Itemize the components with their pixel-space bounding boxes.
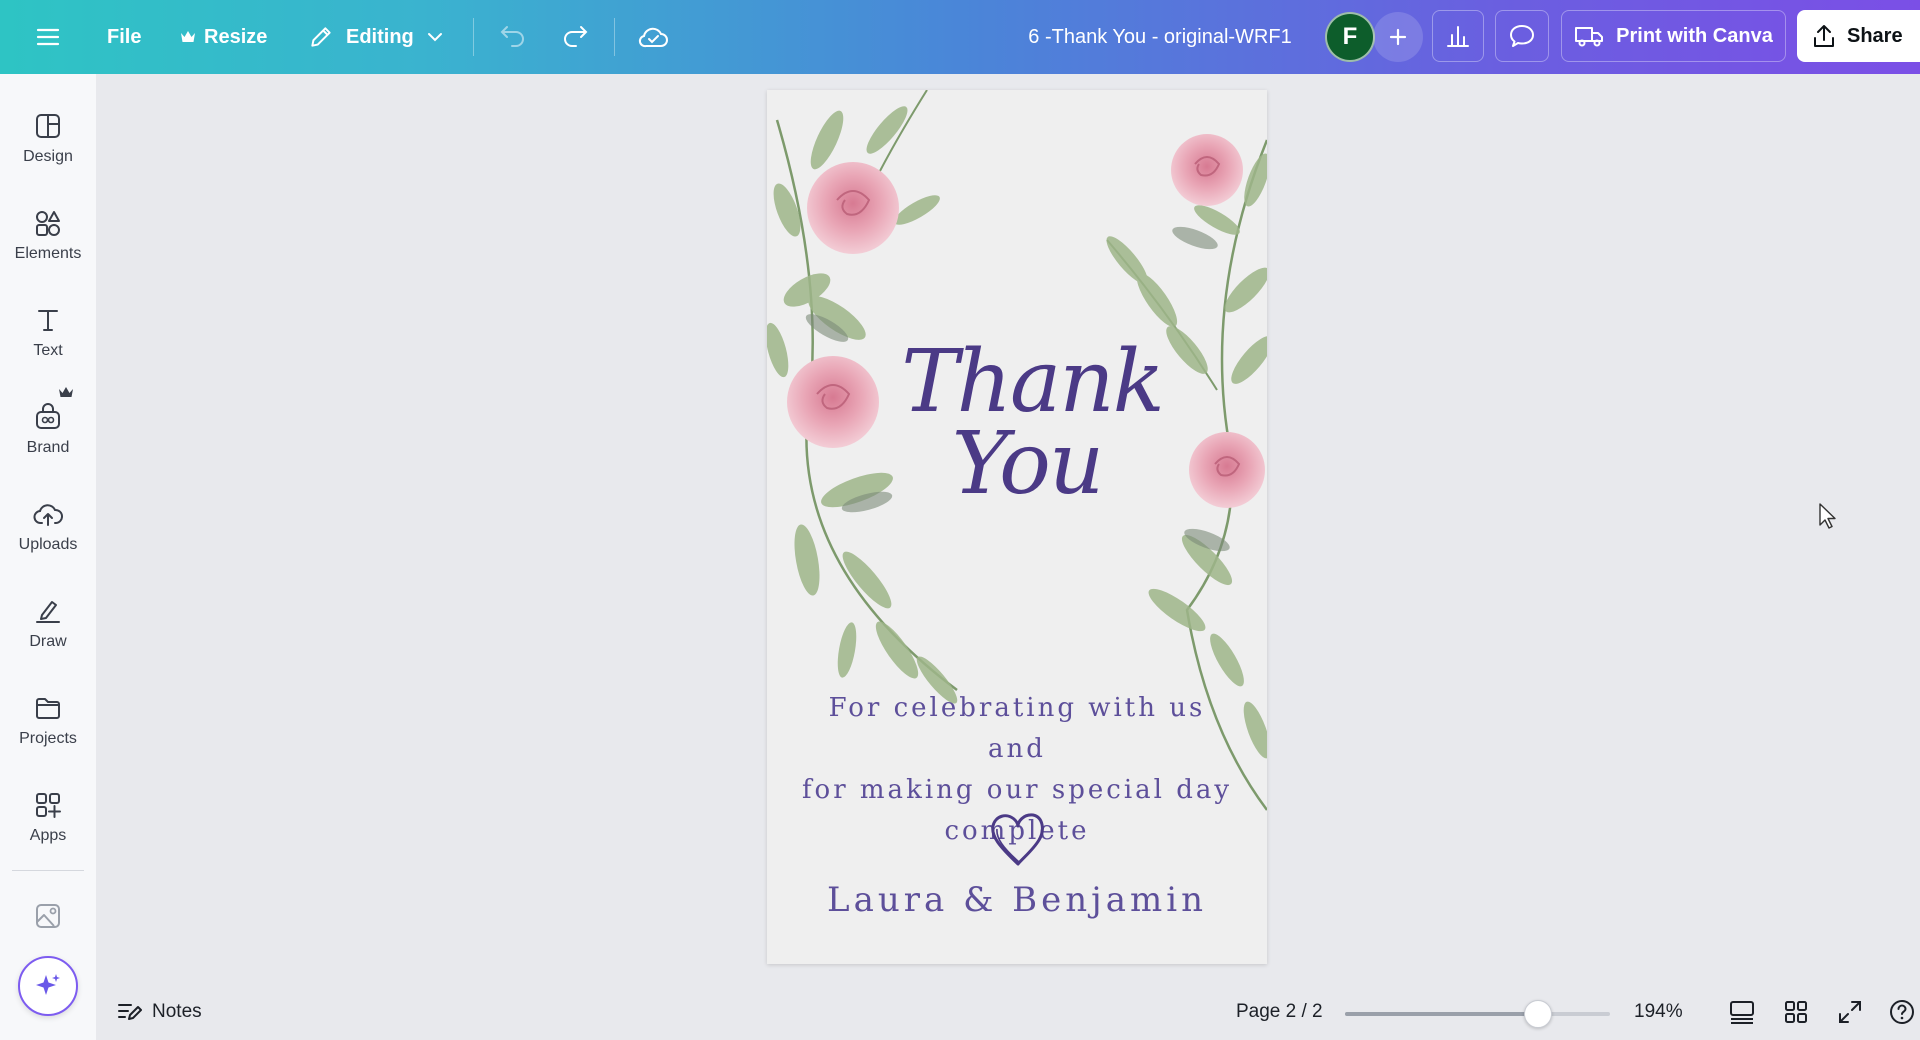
- couple-names[interactable]: Laura & Benjamin: [767, 880, 1267, 920]
- file-menu-label: File: [107, 25, 142, 48]
- sidebar-item-draw[interactable]: Draw: [0, 579, 96, 669]
- magic-assistant-button[interactable]: [18, 956, 78, 1016]
- message-line: for making our special day: [801, 775, 1233, 805]
- sidebar-item-label: Design: [23, 148, 73, 165]
- upload-share-icon: [1814, 25, 1834, 47]
- editing-mode-button[interactable]: Editing: [308, 0, 444, 74]
- sidebar-item-label: Projects: [19, 730, 77, 747]
- left-sidebar: Design Elements Text Brand Uploads Draw …: [0, 74, 96, 1040]
- sidebar-item-elements[interactable]: Elements: [0, 191, 96, 281]
- sparkle-icon: [36, 974, 60, 995]
- top-bar: File Resize Editing 6 -Thank You - origi…: [0, 0, 1920, 74]
- zoom-level[interactable]: 194%: [1634, 992, 1683, 1032]
- filmstrip-view-icon: [1730, 1001, 1754, 1024]
- insights-button[interactable]: [1432, 10, 1484, 62]
- redo-button[interactable]: [558, 0, 592, 74]
- resize-button[interactable]: Resize: [180, 0, 267, 74]
- grid-view-button[interactable]: [1778, 994, 1814, 1030]
- undo-icon: [500, 26, 524, 47]
- mouse-pointer-icon: [1819, 503, 1836, 529]
- notes-button[interactable]: Notes: [116, 992, 202, 1032]
- sidebar-item-projects[interactable]: Projects: [0, 676, 96, 766]
- help-button[interactable]: [1884, 994, 1920, 1030]
- resize-label: Resize: [204, 25, 268, 48]
- sidebar-item-photos[interactable]: [28, 896, 68, 936]
- editing-label: Editing: [346, 25, 414, 48]
- pencil-icon: [311, 27, 331, 47]
- sidebar-item-label: Brand: [26, 439, 70, 456]
- zoom-slider-track[interactable]: [1345, 1012, 1610, 1016]
- design-icon: [36, 114, 60, 138]
- file-menu-button[interactable]: File: [107, 0, 141, 74]
- draw-icon: [36, 601, 60, 623]
- elements-icon: [36, 211, 60, 236]
- sidebar-item-label: Text: [33, 342, 63, 359]
- page-indicator[interactable]: Page 2 / 2: [1236, 992, 1323, 1032]
- thank-you-heading-line1[interactable]: Thank: [767, 339, 1267, 425]
- sidebar-item-label: Elements: [14, 245, 82, 262]
- heart-icon[interactable]: [989, 810, 1047, 868]
- delivery-truck-icon: [1575, 27, 1604, 47]
- message-line: For celebrating with us and: [828, 693, 1206, 764]
- zoom-slider-fill: [1345, 1012, 1539, 1016]
- print-with-canva-label: Print with Canva: [1616, 24, 1773, 47]
- main-menu-button[interactable]: [30, 0, 66, 74]
- add-collaborator-button[interactable]: [1373, 12, 1423, 62]
- uploads-icon: [33, 504, 63, 526]
- chevron-down-icon: [427, 33, 442, 42]
- fullscreen-button[interactable]: [1832, 994, 1868, 1030]
- text-icon: [38, 310, 58, 331]
- print-with-canva-button[interactable]: Print with Canva: [1561, 10, 1786, 62]
- sidebar-item-brand[interactable]: Brand: [0, 385, 96, 475]
- sidebar-item-design[interactable]: Design: [0, 94, 96, 184]
- bar-chart-icon: [1447, 26, 1469, 47]
- undo-button[interactable]: [496, 0, 530, 74]
- apps-icon: [36, 793, 61, 818]
- page-view-button[interactable]: [1724, 994, 1760, 1030]
- sidebar-item-label: Apps: [29, 827, 67, 844]
- grid-view-icon: [1785, 1001, 1807, 1023]
- expand-icon: [1839, 1001, 1861, 1023]
- sidebar-divider: [12, 870, 84, 871]
- image-icon: [36, 904, 60, 928]
- comments-button[interactable]: [1495, 10, 1549, 62]
- crown-icon: [181, 31, 195, 42]
- sidebar-item-uploads[interactable]: Uploads: [0, 482, 96, 572]
- document-title[interactable]: 6 -Thank You - original-WRF1: [1000, 0, 1320, 74]
- notes-label: Notes: [152, 1001, 202, 1022]
- comment-icon: [1510, 25, 1534, 47]
- thank-you-heading-line2[interactable]: You: [767, 421, 1267, 507]
- folder-icon: [36, 698, 60, 719]
- zoom-slider-handle[interactable]: [1524, 1000, 1553, 1028]
- sidebar-item-apps[interactable]: Apps: [0, 773, 96, 863]
- share-label: Share: [1847, 24, 1903, 47]
- help-icon: [1890, 1000, 1914, 1024]
- redo-icon: [564, 26, 588, 47]
- sidebar-item-label: Uploads: [18, 536, 78, 553]
- hamburger-icon: [36, 28, 60, 46]
- cloud-check-icon: [638, 27, 668, 48]
- plus-icon: [1389, 28, 1407, 46]
- save-status-button[interactable]: [636, 0, 670, 74]
- sidebar-item-text[interactable]: Text: [0, 288, 96, 378]
- notes-icon: [118, 1004, 142, 1020]
- share-button[interactable]: Share: [1797, 10, 1920, 62]
- user-avatar[interactable]: F: [1325, 12, 1375, 62]
- toolbar-divider: [473, 18, 474, 56]
- brand-icon: [36, 403, 60, 429]
- design-page[interactable]: Thank You For celebrating with us and fo…: [767, 90, 1267, 964]
- premium-crown-icon: [59, 387, 73, 397]
- sidebar-item-label: Draw: [29, 633, 67, 650]
- toolbar-divider: [614, 18, 615, 56]
